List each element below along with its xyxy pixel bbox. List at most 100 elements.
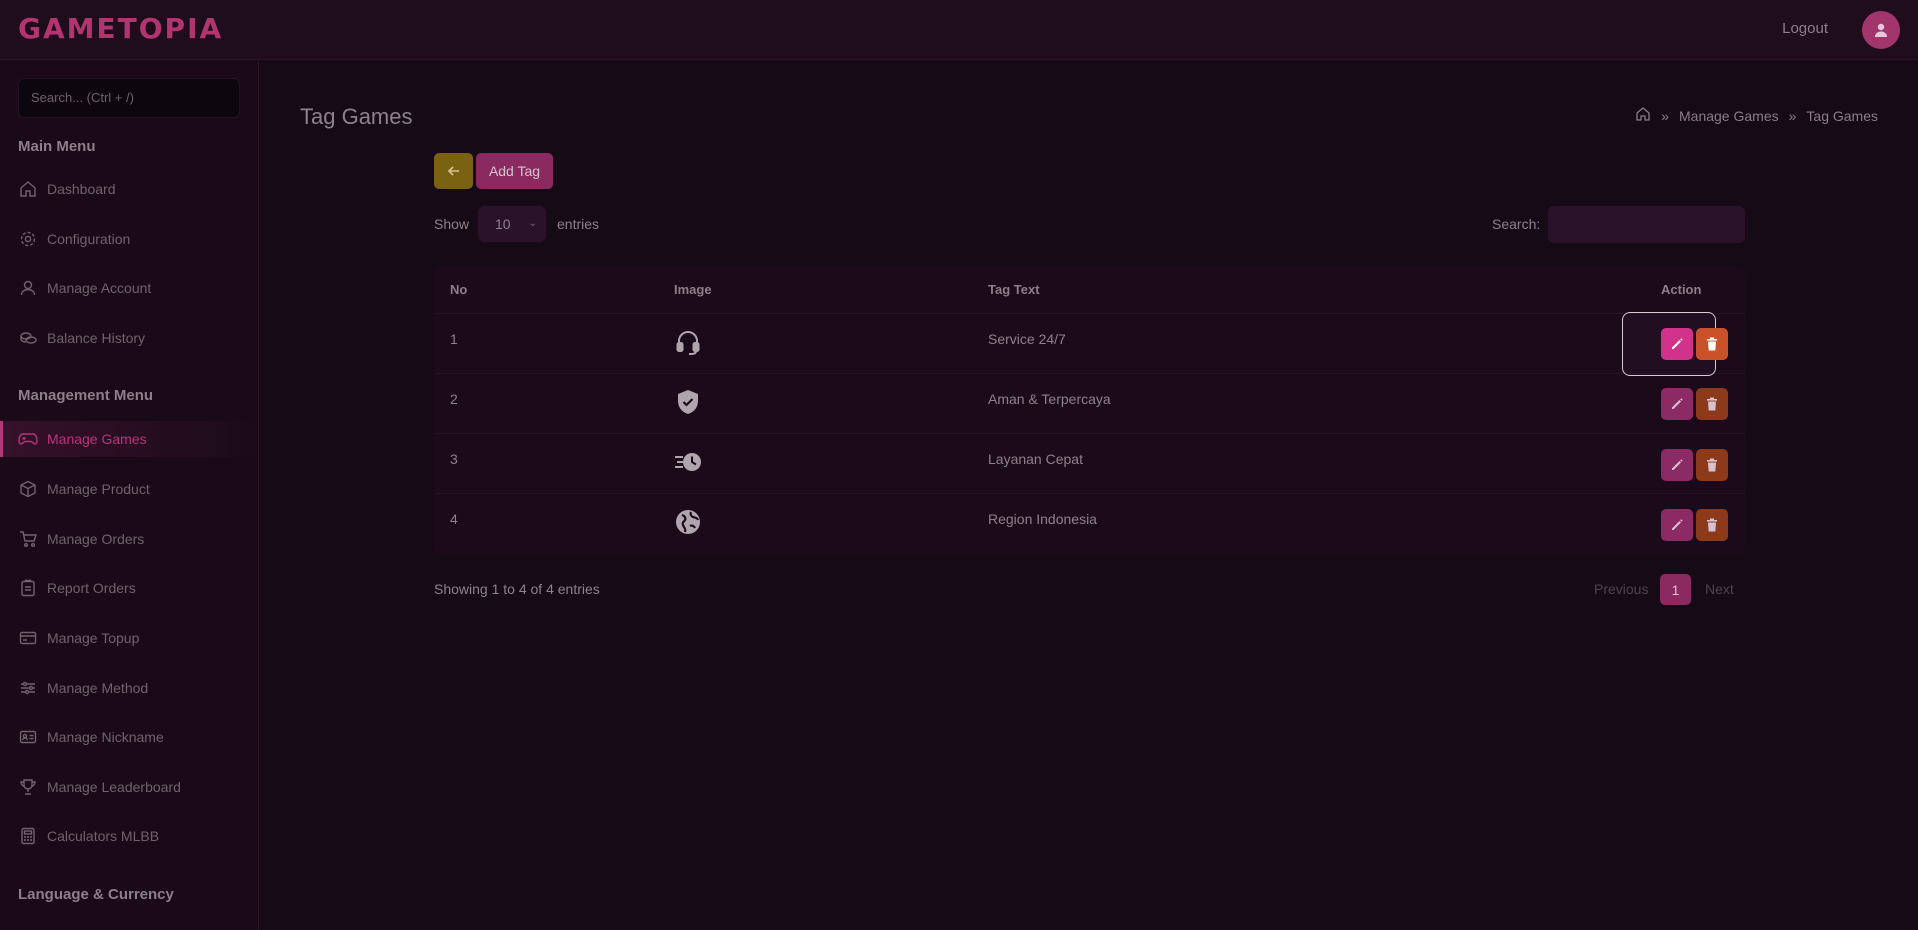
sidebar-item-manage-account[interactable]: Manage Account bbox=[0, 270, 258, 306]
page-1-button[interactable]: 1 bbox=[1660, 574, 1691, 605]
language-currency-title: Language & Currency bbox=[18, 886, 174, 903]
delete-button[interactable] bbox=[1696, 449, 1728, 481]
fast-clock-icon bbox=[674, 448, 702, 479]
management-menu-title: Management Menu bbox=[18, 387, 154, 404]
entries-label: entries bbox=[557, 216, 600, 232]
sidebar-item-label: Dashboard bbox=[47, 181, 116, 197]
headset-icon bbox=[674, 328, 702, 359]
trophy-icon bbox=[18, 777, 38, 797]
sidebar-item-balance-history[interactable]: Balance History bbox=[0, 320, 258, 356]
table-row: 3 Layanan Cepat bbox=[434, 433, 1745, 493]
avatar[interactable] bbox=[1862, 11, 1900, 49]
coins-icon bbox=[18, 328, 38, 348]
sidebar-item-manage-product[interactable]: Manage Product bbox=[0, 471, 258, 507]
sidebar-item-label: Report Orders bbox=[47, 580, 136, 596]
sidebar-item-label: Calculators MLBB bbox=[47, 828, 160, 844]
add-tag-button[interactable]: Add Tag bbox=[476, 153, 553, 189]
column-header-tag-text[interactable]: Tag Text bbox=[988, 282, 1040, 297]
calculator-icon bbox=[18, 826, 38, 846]
gamepad-icon bbox=[18, 429, 38, 449]
sidebar-item-configuration[interactable]: Configuration bbox=[0, 221, 258, 257]
edit-button[interactable] bbox=[1661, 449, 1693, 481]
home-icon[interactable] bbox=[1635, 106, 1651, 125]
gear-icon bbox=[18, 229, 38, 249]
card-icon bbox=[18, 628, 38, 648]
previous-page-button[interactable]: Previous bbox=[1594, 581, 1648, 597]
table-info: Showing 1 to 4 of 4 entries bbox=[434, 581, 600, 597]
table-search-input[interactable] bbox=[1548, 206, 1745, 243]
entries-value: 10 bbox=[495, 216, 511, 232]
column-header-image[interactable]: Image bbox=[674, 282, 712, 297]
trash-icon bbox=[1707, 458, 1717, 472]
table-row: 4 Region Indonesia bbox=[434, 493, 1745, 553]
logo[interactable]: GAMETOPIA bbox=[18, 12, 223, 45]
column-header-action[interactable]: Action bbox=[1661, 282, 1701, 297]
sidebar-item-manage-games[interactable]: Manage Games bbox=[0, 421, 258, 457]
pencil-icon bbox=[1672, 519, 1683, 530]
edit-button[interactable] bbox=[1661, 509, 1693, 541]
sidebar-item-manage-topup[interactable]: Manage Topup bbox=[0, 620, 258, 656]
clipboard-icon bbox=[18, 578, 38, 598]
arrow-left-icon bbox=[447, 166, 459, 176]
row-number: 1 bbox=[450, 331, 458, 347]
show-label: Show bbox=[434, 216, 470, 232]
user-avatar-icon bbox=[1875, 23, 1887, 37]
sidebar-item-manage-leaderboard[interactable]: Manage Leaderboard bbox=[0, 769, 258, 805]
tag-text: Aman & Terpercaya bbox=[988, 391, 1111, 407]
trash-icon bbox=[1707, 518, 1717, 532]
chevrons-right-icon: » bbox=[1788, 107, 1797, 124]
sidebar-item-manage-method[interactable]: Manage Method bbox=[0, 670, 258, 706]
sliders-icon bbox=[18, 678, 38, 698]
id-card-icon bbox=[18, 727, 38, 747]
sidebar-item-label: Manage Topup bbox=[47, 630, 140, 646]
sidebar-item-label: Balance History bbox=[47, 330, 146, 346]
sidebar-item-label: Manage Orders bbox=[47, 531, 145, 547]
next-page-button[interactable]: Next bbox=[1705, 581, 1734, 597]
delete-button[interactable] bbox=[1696, 388, 1728, 420]
logout-link[interactable]: Logout bbox=[1782, 20, 1828, 37]
column-header-no[interactable]: No bbox=[450, 282, 467, 297]
box-icon bbox=[18, 479, 38, 499]
top-bar: GAMETOPIA Logout bbox=[0, 0, 1918, 60]
cart-icon bbox=[18, 529, 38, 549]
table-row: 1 Service 24/7 bbox=[434, 313, 1745, 373]
sidebar-item-label: Manage Nickname bbox=[47, 729, 164, 745]
row-number: 4 bbox=[450, 511, 458, 527]
sidebar-item-dashboard[interactable]: Dashboard bbox=[0, 171, 258, 207]
entries-select[interactable]: 10 ⌄ bbox=[478, 206, 546, 242]
trash-icon bbox=[1707, 337, 1717, 351]
sidebar-item-manage-orders[interactable]: Manage Orders bbox=[0, 521, 258, 557]
chevron-down-icon: ⌄ bbox=[528, 218, 537, 229]
delete-button[interactable] bbox=[1696, 509, 1728, 541]
sidebar-item-calculators-mlbb[interactable]: Calculators MLBB bbox=[0, 818, 258, 854]
pencil-icon bbox=[1672, 459, 1683, 470]
sidebar-item-label: Manage Product bbox=[47, 481, 150, 497]
breadcrumb-manage-games[interactable]: Manage Games bbox=[1679, 108, 1779, 124]
home-icon bbox=[18, 179, 38, 199]
globe-icon bbox=[674, 508, 702, 539]
breadcrumb: » Manage Games » Tag Games bbox=[1635, 106, 1878, 125]
page-title: Tag Games bbox=[300, 104, 413, 129]
tag-text: Service 24/7 bbox=[988, 331, 1066, 347]
edit-button[interactable] bbox=[1661, 328, 1693, 360]
pencil-icon bbox=[1672, 398, 1683, 409]
tag-text: Layanan Cepat bbox=[988, 451, 1083, 467]
sidebar: Search... (Ctrl + /) Main Menu Dashboard… bbox=[0, 60, 259, 930]
shield-check-icon bbox=[674, 388, 702, 419]
search-label: Search: bbox=[1492, 216, 1541, 232]
sidebar-item-label: Configuration bbox=[47, 231, 131, 247]
trash-icon bbox=[1707, 397, 1717, 411]
delete-button[interactable] bbox=[1696, 328, 1728, 360]
sidebar-item-label: Manage Account bbox=[47, 280, 152, 296]
sidebar-item-manage-nickname[interactable]: Manage Nickname bbox=[0, 719, 258, 755]
breadcrumb-tag-games: Tag Games bbox=[1806, 107, 1878, 124]
back-button[interactable] bbox=[434, 153, 473, 189]
sidebar-search-input[interactable]: Search... (Ctrl + /) bbox=[18, 78, 240, 118]
pencil-icon bbox=[1672, 338, 1683, 349]
user-icon bbox=[18, 278, 38, 298]
sidebar-item-report-orders[interactable]: Report Orders bbox=[0, 570, 258, 606]
row-number: 2 bbox=[450, 391, 458, 407]
tag-text: Region Indonesia bbox=[988, 511, 1097, 527]
edit-button[interactable] bbox=[1661, 388, 1693, 420]
chevrons-right-icon: » bbox=[1661, 107, 1669, 124]
